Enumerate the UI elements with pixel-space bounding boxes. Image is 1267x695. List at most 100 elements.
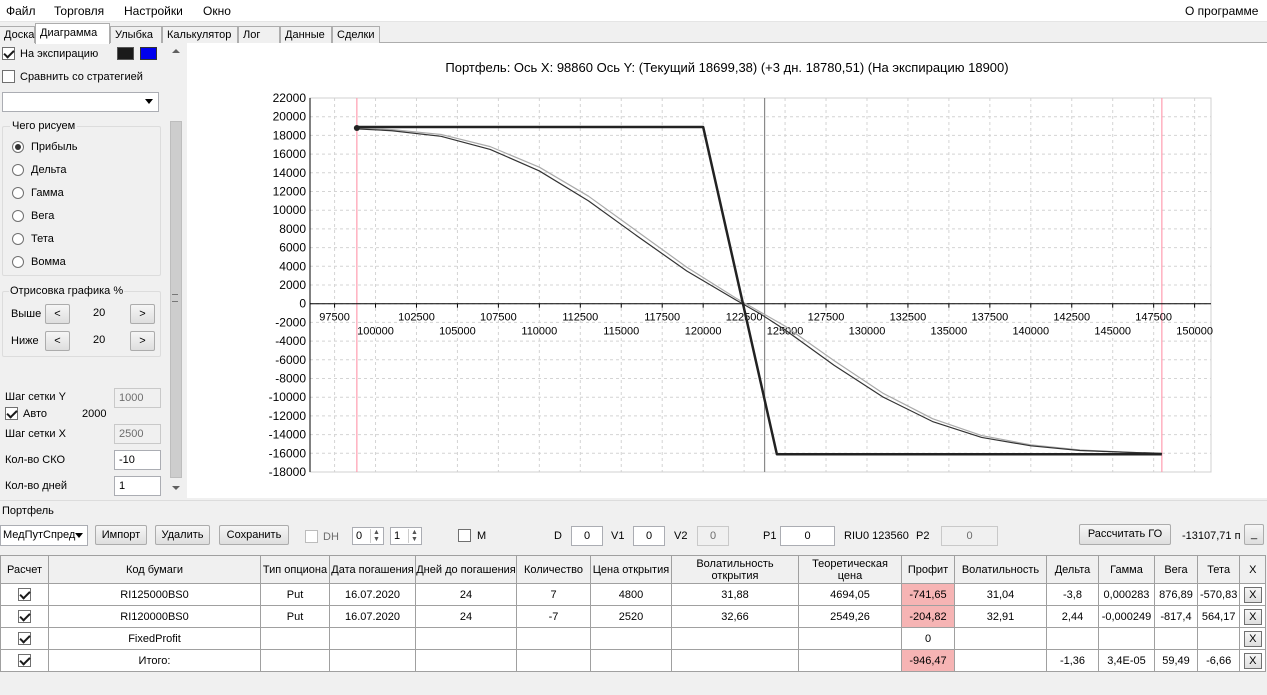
calc-go-button[interactable]: Рассчитать ГО — [1079, 524, 1171, 545]
menu-trade[interactable]: Торговля — [54, 4, 104, 18]
cell-theta[interactable]: -570,83 — [1196, 583, 1241, 606]
cell-gamma[interactable]: -0,000249 — [1098, 605, 1155, 628]
cell-theta[interactable] — [1196, 627, 1241, 650]
col-header[interactable]: X — [1239, 555, 1267, 584]
cell-vol-open[interactable] — [671, 649, 799, 672]
col-header[interactable]: Код бумаги — [48, 555, 261, 584]
row-calc-checkbox[interactable] — [18, 632, 31, 645]
col-header[interactable]: Расчет — [0, 555, 49, 584]
above-increase-button[interactable]: > — [130, 304, 155, 324]
radio-delta[interactable] — [12, 164, 24, 176]
col-header[interactable]: Дельта — [1046, 555, 1099, 584]
tab-smile[interactable]: Улыбка — [110, 26, 162, 44]
row-calc-checkbox[interactable] — [18, 588, 31, 601]
col-header[interactable]: Теоретическая цена — [798, 555, 902, 584]
row-calc-checkbox[interactable] — [18, 654, 31, 667]
cell-date[interactable]: 16.07.2020 — [329, 583, 416, 606]
calc-cell[interactable] — [0, 627, 49, 650]
radio-gamma[interactable] — [12, 187, 24, 199]
cell-vol[interactable] — [954, 649, 1047, 672]
col-header[interactable]: Количество — [516, 555, 591, 584]
cell-theta[interactable]: -6,66 — [1196, 649, 1241, 672]
col-header[interactable]: Профит — [901, 555, 955, 584]
spin-icon[interactable]: ▲ ▼ — [408, 529, 420, 543]
cell-code[interactable]: Итого: — [48, 649, 261, 672]
d-input[interactable]: 0 — [571, 526, 603, 546]
cell-days[interactable] — [415, 649, 517, 672]
auto-checkbox[interactable] — [5, 407, 18, 420]
table-row[interactable]: RI120000BS0 Put 16.07.2020 24 -7 2520 32,66 254… — [0, 605, 1267, 628]
cell-price[interactable] — [590, 627, 672, 650]
cell-type[interactable]: Put — [260, 583, 330, 606]
cell-gamma[interactable] — [1098, 627, 1155, 650]
col-header[interactable]: Цена открытия — [590, 555, 672, 584]
cell-theor[interactable]: 4694,05 — [798, 583, 902, 606]
delete-row-button[interactable]: X — [1243, 652, 1262, 669]
calc-cell[interactable] — [0, 583, 49, 606]
grid-x-input[interactable]: 2500 — [114, 424, 161, 444]
cell-code[interactable]: FixedProfit — [48, 627, 261, 650]
import-button[interactable]: Импорт — [95, 525, 147, 545]
tab-data[interactable]: Данные — [280, 26, 332, 44]
cell-price[interactable]: 2520 — [590, 605, 672, 628]
cell-qty[interactable]: 7 — [516, 583, 591, 606]
cell-theta[interactable]: 564,17 — [1196, 605, 1241, 628]
below-increase-button[interactable]: > — [130, 331, 155, 351]
cell-vol-open[interactable] — [671, 627, 799, 650]
v2-input[interactable]: 0 — [697, 526, 729, 546]
save-button[interactable]: Сохранить — [219, 525, 289, 545]
cell-profit[interactable]: 0 — [901, 627, 955, 650]
cell-profit[interactable]: -204,82 — [901, 605, 955, 628]
tab-deals[interactable]: Сделки — [332, 26, 380, 44]
delete-row-button[interactable]: X — [1243, 630, 1262, 647]
cell-vega[interactable]: 59,49 — [1154, 649, 1198, 672]
cell-profit[interactable]: -741,65 — [901, 583, 955, 606]
tab-diagram[interactable]: Диаграмма — [35, 23, 110, 44]
below-decrease-button[interactable]: < — [45, 331, 70, 351]
cell-date[interactable]: 16.07.2020 — [329, 605, 416, 628]
spin-icon[interactable]: ▲ ▼ — [370, 529, 382, 543]
col-header[interactable]: Тета — [1196, 555, 1241, 584]
dh-checkbox[interactable] — [305, 530, 318, 543]
cell-delta[interactable]: 2,44 — [1046, 605, 1099, 628]
cell-theor[interactable] — [798, 649, 902, 672]
strategy-select[interactable] — [2, 92, 159, 112]
cell-delta[interactable]: -3,8 — [1046, 583, 1099, 606]
delete-button[interactable]: Удалить — [155, 525, 210, 545]
m-checkbox[interactable] — [458, 529, 471, 542]
cell-days[interactable]: 24 — [415, 605, 517, 628]
tab-calculator[interactable]: Калькулятор — [162, 26, 238, 44]
radio-theta[interactable] — [12, 233, 24, 245]
table-row[interactable]: FixedProfit 0 X — [0, 627, 1267, 650]
cell-days[interactable]: 24 — [415, 583, 517, 606]
col-header[interactable]: Волатильность открытия — [671, 555, 799, 584]
splitter-grip-icon[interactable] — [172, 294, 178, 302]
menu-settings[interactable]: Настройки — [124, 4, 183, 18]
cell-type[interactable]: Put — [260, 605, 330, 628]
cell-vol[interactable]: 31,04 — [954, 583, 1047, 606]
cell-days[interactable] — [415, 627, 517, 650]
minimize-button[interactable]: _ — [1244, 524, 1264, 545]
cell-vol-open[interactable]: 32,66 — [671, 605, 799, 628]
tab-board[interactable]: Доска — [0, 26, 35, 44]
sko-input[interactable]: -10 — [114, 450, 161, 470]
grid-y-input[interactable]: 1000 — [114, 388, 161, 408]
table-row[interactable]: Итого: -946,47 -1,36 3,4E-05 59,49 -6,66 X — [0, 649, 1267, 672]
cell-vega[interactable]: 876,89 — [1154, 583, 1198, 606]
cell-profit[interactable]: -946,47 — [901, 649, 955, 672]
cell-theor[interactable]: 2549,26 — [798, 605, 902, 628]
col-header[interactable]: Дней до погашения — [415, 555, 517, 584]
cell-vol-open[interactable]: 31,88 — [671, 583, 799, 606]
strategy-dropdown[interactable]: МедПутСпред — [0, 525, 88, 546]
calc-cell[interactable] — [0, 605, 49, 628]
row-calc-checkbox[interactable] — [18, 610, 31, 623]
cell-date[interactable] — [329, 627, 416, 650]
p1-input[interactable]: 0 — [780, 526, 835, 546]
radio-vega[interactable] — [12, 210, 24, 222]
col-header[interactable]: Дата погашения — [329, 555, 416, 584]
cell-type[interactable] — [260, 627, 330, 650]
menu-window[interactable]: Окно — [203, 4, 231, 18]
dh-stepper-b[interactable]: 1 ▲ ▼ — [390, 527, 422, 545]
menu-about[interactable]: О программе — [1185, 4, 1258, 18]
cell-vol[interactable]: 32,91 — [954, 605, 1047, 628]
